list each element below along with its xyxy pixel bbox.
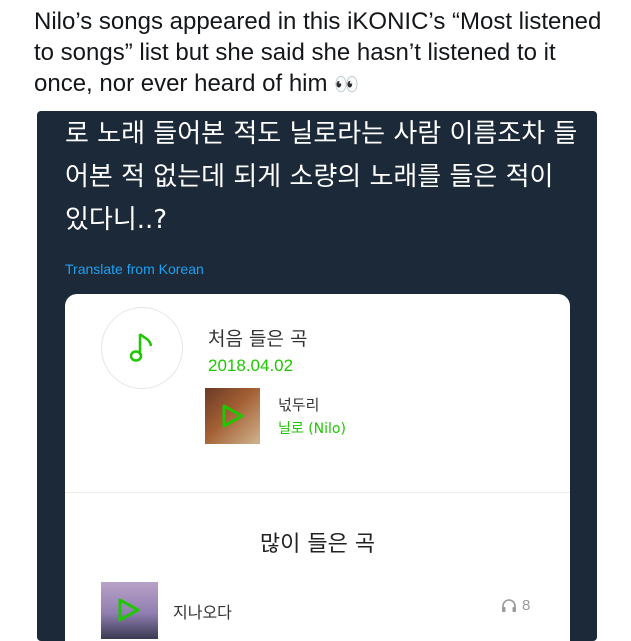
first-listened-label: 처음 들은 곡 xyxy=(208,328,308,350)
first-track-title[interactable]: 넋두리 xyxy=(278,394,319,415)
album-art-top[interactable] xyxy=(101,582,158,639)
most-listened-heading: 많이 들은 곡 xyxy=(259,532,376,557)
music-note-badge xyxy=(101,307,183,389)
play-icon[interactable] xyxy=(221,403,245,429)
music-note-icon xyxy=(130,333,153,362)
translate-link[interactable]: Translate from Korean xyxy=(65,261,204,277)
caption-text: Nilo’s songs appeared in this iKONIC’s “… xyxy=(34,8,602,97)
tweet-caption: Nilo’s songs appeared in this iKONIC’s “… xyxy=(34,6,614,101)
top-track-title[interactable]: 지나오다 xyxy=(173,599,232,623)
headphones-icon xyxy=(502,599,516,612)
eyes-icon: 👀 xyxy=(334,74,359,96)
first-track-artist[interactable]: 닐로 (Nilo) xyxy=(278,418,346,438)
quoted-tweet-card[interactable]: 로 노래 들어본 적도 닐로라는 사람 이름조차 들어본 적 없는데 되게 소량… xyxy=(37,111,597,641)
music-app-screenshot: 처음 들은 곡 2018.04.02 넋두리 닐로 (Nilo) 많이 들은 곡… xyxy=(65,294,570,641)
section-divider xyxy=(65,492,570,493)
first-listened-date: 2018.04.02 xyxy=(208,356,294,375)
play-icon[interactable] xyxy=(117,597,141,623)
play-count-value: 8 xyxy=(522,597,531,614)
korean-tweet-text: 로 노래 들어본 적도 닐로라는 사람 이름조차 들어본 적 없는데 되게 소량… xyxy=(65,119,578,235)
play-count: 8 xyxy=(501,597,530,614)
album-art-first[interactable] xyxy=(205,388,260,444)
